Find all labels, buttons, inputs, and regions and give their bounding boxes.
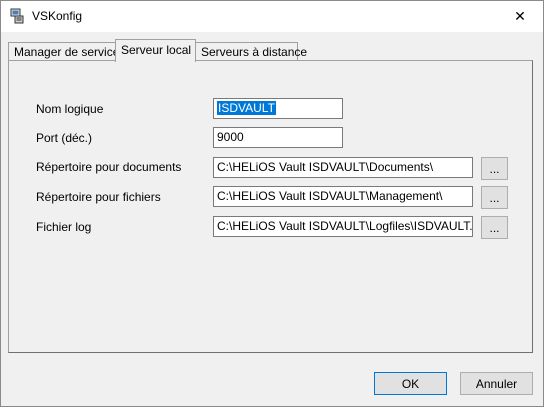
ok-button[interactable]: OK [374, 372, 447, 395]
nom-logique-value: ISDVAULT [217, 101, 276, 115]
tab-label: Manager de service [14, 45, 120, 59]
close-icon: ✕ [514, 8, 526, 24]
close-button[interactable]: ✕ [497, 1, 543, 32]
rep-fichiers-input[interactable]: C:\HELiOS Vault ISDVAULT\Management\ [213, 186, 473, 207]
tab-label: Serveur local [121, 43, 192, 57]
tab-label: Serveurs à distance [201, 45, 308, 59]
title-bar: VSKonfig ✕ [1, 1, 543, 32]
rep-documents-label: Répertoire pour documents [36, 160, 182, 174]
tab-serveurs-a-distance[interactable]: Serveurs à distance [195, 42, 307, 61]
rep-documents-input[interactable]: C:\HELiOS Vault ISDVAULT\Documents\ [213, 157, 473, 178]
fichier-log-browse-button[interactable]: ... [481, 216, 508, 239]
tab-manager-de-service[interactable]: Manager de service [8, 42, 120, 61]
nom-logique-input[interactable]: ISDVAULT [213, 98, 343, 119]
window-title: VSKonfig [32, 9, 83, 23]
tab-panel-serveur-local: Nom logique ISDVAULT Port (déc.) 9000 Ré… [8, 60, 533, 353]
rep-documents-browse-button[interactable]: ... [481, 157, 508, 180]
tab-strip: Manager de service Serveur local Serveur… [8, 39, 538, 62]
computer-icon [10, 8, 26, 24]
rep-fichiers-browse-button[interactable]: ... [481, 186, 508, 209]
tab-serveur-local[interactable]: Serveur local [115, 39, 196, 62]
cancel-button[interactable]: Annuler [460, 372, 533, 395]
fichier-log-input[interactable]: C:\HELiOS Vault ISDVAULT\Logfiles\ISDVAU… [213, 216, 473, 237]
fichier-log-label: Fichier log [36, 220, 92, 234]
port-input[interactable]: 9000 [213, 127, 343, 148]
dialog-window: VSKonfig ✕ Manager de service Serveur lo… [0, 0, 544, 407]
rep-fichiers-label: Répertoire pour fichiers [36, 190, 161, 204]
nom-logique-label: Nom logique [36, 102, 104, 116]
port-label: Port (déc.) [36, 131, 93, 145]
